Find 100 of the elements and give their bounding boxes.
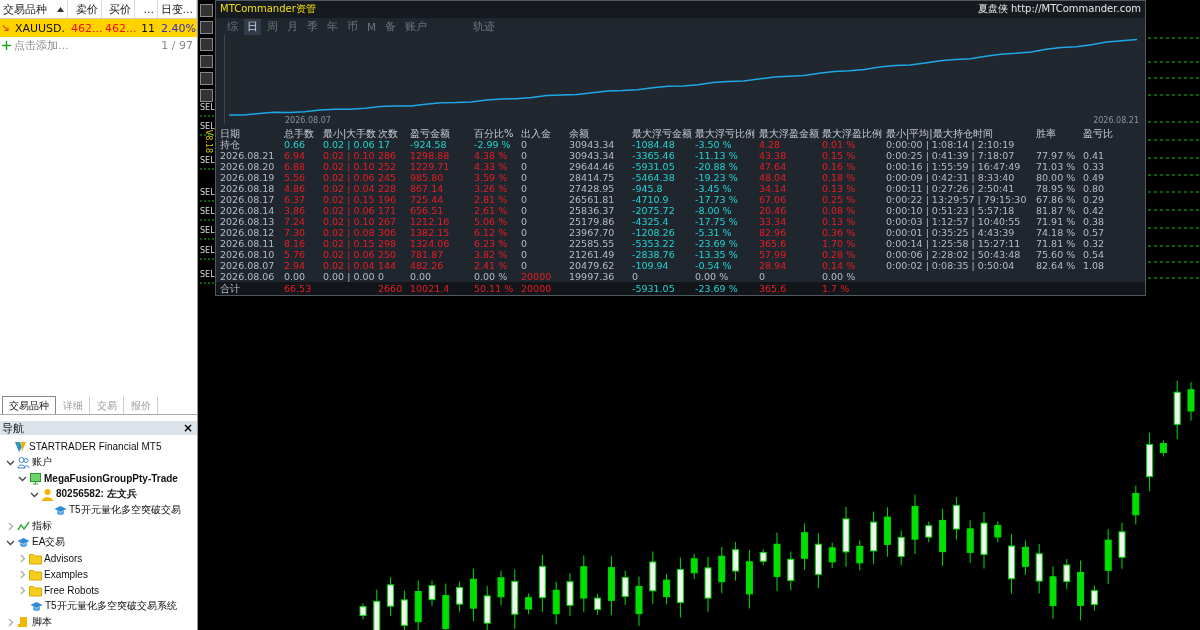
trade-label: SEL xyxy=(200,246,215,255)
table-cell-text: 0 xyxy=(521,150,529,161)
trade-label: SEL xyxy=(200,156,215,165)
column-header: 最小|大手数 xyxy=(323,128,378,140)
table-cell-text: 74.18 % xyxy=(1036,227,1077,238)
table-cell-text: 0.08 % xyxy=(822,205,857,216)
table-cell-text: 4.28 xyxy=(759,139,782,150)
table-cell-text: 250 xyxy=(378,249,398,260)
symbol-row[interactable]: XAUUSD. 462... 462... 11 2.40% xyxy=(0,19,197,37)
candle xyxy=(414,580,422,630)
tree-item[interactable]: 指标 xyxy=(32,519,52,533)
trade-label: SEL xyxy=(200,207,215,216)
candle xyxy=(676,557,684,618)
plus-icon[interactable] xyxy=(2,41,11,50)
candle xyxy=(1008,533,1016,595)
table-cell-text: 298 xyxy=(378,238,398,249)
tree-item[interactable]: T5开元量化多空突破交易 xyxy=(69,503,181,517)
candle xyxy=(704,556,712,613)
tree-item[interactable]: 账户 xyxy=(32,455,52,469)
table-cell-text: 0.42 xyxy=(1083,205,1106,216)
table-cell-text: 71.81 % xyxy=(1036,238,1077,249)
table-cell-text: 25179.86 xyxy=(569,216,616,227)
tree-item[interactable]: 80256582: 左文兵 xyxy=(56,487,137,501)
table-cell-text: 0:00:11 | 0:27:26 | 2:50:41 xyxy=(886,183,1016,194)
table-cell-text: 50.11 % xyxy=(474,283,515,294)
chevron-right-icon[interactable] xyxy=(6,617,15,627)
column-header: 百分比% xyxy=(474,128,515,140)
column-header[interactable]: 买价 xyxy=(102,0,135,18)
table-cell-text: 28.94 xyxy=(759,260,788,271)
chevron-right-icon[interactable] xyxy=(6,521,15,531)
table-cell-text: 0.38 xyxy=(1083,216,1106,227)
add-symbol-link[interactable]: 点击添加... xyxy=(14,38,69,53)
tree-item[interactable]: Advisors xyxy=(44,552,83,564)
toolbar-icon[interactable] xyxy=(200,55,213,68)
toolbar-icon[interactable] xyxy=(200,38,213,51)
ask-price: 462... xyxy=(104,21,135,35)
table-cell-text: 0.02 | 0.10 xyxy=(323,161,376,172)
column-header: 总手数 xyxy=(284,128,315,140)
candle xyxy=(483,585,491,630)
table-cell-text: 67.86 % xyxy=(1036,194,1077,205)
column-header: 日期 xyxy=(220,128,241,140)
table-cell-text: 0 xyxy=(521,161,529,172)
table-cell-text: 0.02 | 0.06 xyxy=(323,205,376,216)
table-cell-text: -5464.38 xyxy=(632,172,676,183)
table-cell-text: -23.69 % xyxy=(695,283,739,294)
table-cell-text: -17.73 % xyxy=(695,194,739,205)
navigator-title: 导航 xyxy=(2,420,24,436)
table-cell-text: 2026.08.10 xyxy=(220,249,276,260)
table-cell-text: 25836.37 xyxy=(569,205,616,216)
tab[interactable]: 交易品种 xyxy=(2,396,56,414)
period-tab[interactable]: 日 xyxy=(244,18,261,35)
column-header[interactable]: ... xyxy=(135,0,158,18)
table-cell-text: -2075.72 xyxy=(632,205,676,216)
tree-item[interactable]: EA交易 xyxy=(32,535,66,549)
version-label: V8.18 xyxy=(204,129,214,154)
column-header[interactable]: 日变... xyxy=(158,0,197,18)
toolbar-icon[interactable] xyxy=(200,72,213,85)
toolbar-icon[interactable] xyxy=(200,4,213,17)
candle xyxy=(1118,522,1126,570)
chevron-right-icon[interactable] xyxy=(18,569,27,579)
table-cell-text: 19997.36 xyxy=(569,271,616,282)
chevron-right-icon[interactable] xyxy=(18,585,27,595)
table-cell-text: 2026.08.12 xyxy=(220,227,276,238)
spread: 11 xyxy=(140,21,156,35)
toolbar-icon[interactable] xyxy=(200,21,213,34)
table-cell-text: 0.02 | 0.04 xyxy=(323,183,376,194)
tree-item[interactable]: T5开元量化多空突破交易系统 xyxy=(45,599,177,613)
toolbar-icon[interactable] xyxy=(200,89,213,102)
table-cell-text: 0:00:06 | 2:28:02 | 50:43:48 xyxy=(886,249,1022,260)
column-header: 胜率 xyxy=(1036,128,1057,140)
table-cell-text: 0.00 % xyxy=(822,271,857,282)
table-cell-text: 8.16 xyxy=(284,238,307,249)
table-cell-text: 781.87 xyxy=(410,249,445,260)
tree-item[interactable]: Free Robots xyxy=(44,584,100,596)
folder-icon xyxy=(29,583,42,597)
close-button[interactable]: × xyxy=(182,422,193,434)
tree-item[interactable]: MegaFusionGroupPty-Trade xyxy=(44,472,178,484)
tree-item[interactable]: Examples xyxy=(44,568,88,580)
tree-item[interactable]: 脚本 xyxy=(32,615,52,629)
table-cell-text: 656.51 xyxy=(410,205,445,216)
column-header[interactable]: 交易品种 xyxy=(0,0,68,18)
table-cell-text: 82.64 % xyxy=(1036,260,1077,271)
candle xyxy=(787,551,795,591)
column-header[interactable]: 卖价 xyxy=(68,0,102,18)
table-cell-text: 57.99 xyxy=(759,249,788,260)
brand-link[interactable]: 夏盘侠 http://MTCommander.com xyxy=(977,2,1141,17)
table-cell-text: 0.00 xyxy=(284,271,307,282)
candle xyxy=(883,506,891,558)
candle xyxy=(373,589,381,630)
table-cell-text: 5.76 xyxy=(284,249,307,260)
bid-price: 462... xyxy=(70,21,102,35)
table-cell-text: 7.30 xyxy=(284,227,307,238)
table-cell-text: 2026.08.18 xyxy=(220,183,276,194)
table-cell-text: 252 xyxy=(378,161,398,172)
table-cell-text: 0 xyxy=(378,271,386,282)
tree-item[interactable]: STARTRADER Financial MT5 xyxy=(29,440,162,452)
trade-label: SEL xyxy=(200,103,215,112)
chevron-right-icon[interactable] xyxy=(18,553,27,563)
candle xyxy=(387,576,395,617)
trade-label: SEL xyxy=(200,226,215,235)
